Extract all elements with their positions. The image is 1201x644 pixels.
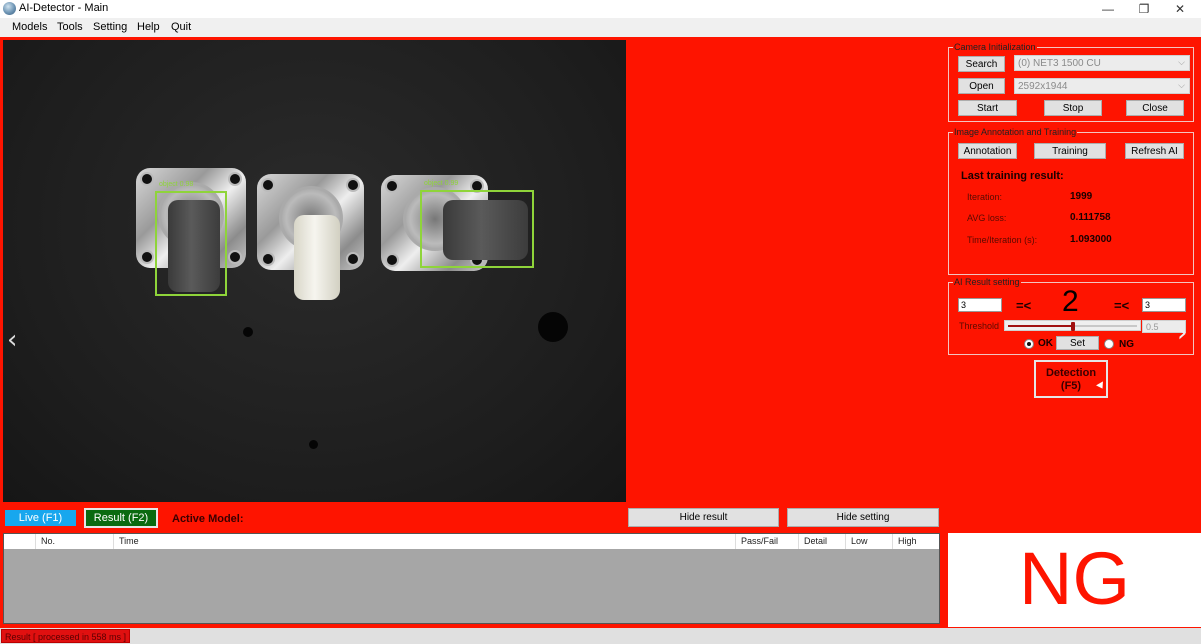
ok-radio-label: OK: [1038, 338, 1053, 349]
camera-image-view[interactable]: object 0.98 object 0.99 ‹: [3, 40, 626, 502]
threshold-slider[interactable]: [1004, 320, 1141, 331]
hide-setting-button[interactable]: Hide setting: [787, 508, 939, 527]
camera-initialization-group: Camera Initialization Search (0) NET3 15…: [948, 42, 1194, 122]
active-model-label: Active Model:: [172, 513, 244, 525]
column-header-no[interactable]: No.: [35, 534, 113, 549]
column-header-high[interactable]: High: [892, 534, 939, 549]
detection-label: object 0.98: [159, 181, 194, 188]
column-header-detail[interactable]: Detail: [798, 534, 845, 549]
detection-button-label: Detection: [1045, 367, 1097, 379]
app-icon: [3, 2, 16, 15]
maximize-button[interactable]: ❐: [1126, 0, 1162, 18]
ai-result-legend: AI Result setting: [953, 277, 1021, 287]
column-header-low[interactable]: Low: [845, 534, 892, 549]
detection-label: object 0.99: [424, 180, 459, 187]
column-header-time[interactable]: Time: [113, 534, 735, 549]
start-button[interactable]: Start: [958, 100, 1017, 116]
low-limit-input[interactable]: 3: [958, 298, 1002, 312]
ng-radio-label: NG: [1119, 339, 1134, 350]
less-equal-symbol: =<: [1016, 298, 1032, 313]
ng-radio[interactable]: [1104, 339, 1114, 349]
column-header-pass-fail[interactable]: Pass/Fail: [735, 534, 798, 549]
next-image-icon[interactable]: ›: [1177, 318, 1187, 348]
board-hole: [309, 440, 318, 449]
threshold-label: Threshold: [959, 321, 1000, 331]
result-status-text: NG: [1019, 537, 1130, 620]
time-per-iteration-label: Time/Iteration (s):: [967, 235, 1038, 245]
training-result-heading: Last training result:: [961, 170, 1064, 182]
high-limit-input[interactable]: 3: [1142, 298, 1186, 312]
chevron-down-icon: ⌵: [1178, 80, 1185, 90]
resolution-select[interactable]: 2592x1944 ⌵: [1014, 78, 1190, 94]
wheel-white: [294, 215, 340, 300]
ai-result-setting-group: AI Result setting 3 =< 2 =< 3 Threshold …: [948, 277, 1194, 355]
iteration-label: Iteration:: [967, 192, 1003, 202]
result-button-label: Result (F2): [86, 510, 156, 526]
training-button[interactable]: Training: [1034, 143, 1106, 159]
set-button[interactable]: Set: [1056, 336, 1099, 350]
status-message: Result [ processed in 558 ms ]: [1, 629, 131, 643]
training-group: Image Annotation and Training Annotation…: [948, 127, 1194, 275]
main-area: object 0.98 object 0.99 ‹ Camera Initial…: [0, 37, 1201, 627]
detection-box: object 0.98: [155, 181, 227, 296]
menu-quit[interactable]: Quit: [171, 21, 191, 33]
minimize-button[interactable]: —: [1090, 0, 1126, 18]
close-window-button[interactable]: ✕: [1162, 0, 1198, 18]
board-hole: [243, 327, 253, 337]
resolution-select-value: 2592x1944: [1018, 80, 1068, 92]
annotation-button[interactable]: Annotation: [958, 143, 1017, 159]
status-bar: Result [ processed in 558 ms ]: [0, 627, 1201, 644]
less-equal-symbol: =<: [1114, 298, 1130, 313]
iteration-value: 1999: [1070, 191, 1093, 202]
camera-select[interactable]: (0) NET3 1500 CU ⌵: [1014, 55, 1190, 71]
detection-button[interactable]: Detection (F5): [1034, 360, 1108, 398]
camera-select-value: (0) NET3 1500 CU: [1018, 57, 1101, 69]
results-table[interactable]: No. Time Pass/Fail Detail Low High: [3, 533, 940, 624]
menu-help[interactable]: Help: [137, 21, 160, 33]
title-bar: AI-Detector - Main — ❐ ✕: [0, 0, 1201, 18]
board-hole: [538, 312, 568, 342]
slider-thumb[interactable]: [1070, 322, 1075, 331]
open-button[interactable]: Open: [958, 78, 1005, 94]
slider-rest: [1072, 325, 1137, 327]
training-legend: Image Annotation and Training: [953, 127, 1078, 137]
detection-button-shortcut: (F5): [1060, 380, 1082, 392]
result-status-panel: NG: [945, 530, 1201, 627]
time-per-iteration-value: 1.093000: [1070, 234, 1112, 245]
detection-box: object 0.99: [420, 180, 534, 268]
live-button[interactable]: Live (F1): [5, 510, 76, 526]
hide-result-button[interactable]: Hide result: [628, 508, 779, 527]
result-button[interactable]: Result (F2): [84, 508, 158, 528]
menu-models[interactable]: Models: [12, 21, 47, 33]
table-header: No. Time Pass/Fail Detail Low High: [4, 534, 939, 549]
menu-bar: Models Tools Setting Help Quit: [0, 18, 1201, 37]
stop-button[interactable]: Stop: [1044, 100, 1102, 116]
column-header-select[interactable]: [4, 534, 35, 549]
close-camera-button[interactable]: Close: [1126, 100, 1184, 116]
window-title: AI-Detector - Main: [19, 2, 109, 14]
chevron-down-icon: ⌵: [1178, 57, 1185, 67]
search-button[interactable]: Search: [958, 56, 1005, 72]
avg-loss-value: 0.111758: [1070, 212, 1111, 223]
camera-init-legend: Camera Initialization: [953, 42, 1037, 52]
menu-tools[interactable]: Tools: [57, 21, 83, 33]
ok-radio[interactable]: [1024, 339, 1034, 349]
detected-count: 2: [1062, 285, 1079, 318]
slider-fill: [1008, 325, 1073, 327]
menu-setting[interactable]: Setting: [93, 21, 127, 33]
previous-image-icon[interactable]: ‹: [7, 325, 17, 355]
avg-loss-label: AVG loss:: [967, 213, 1007, 223]
refresh-ai-button[interactable]: Refresh AI: [1125, 143, 1184, 159]
